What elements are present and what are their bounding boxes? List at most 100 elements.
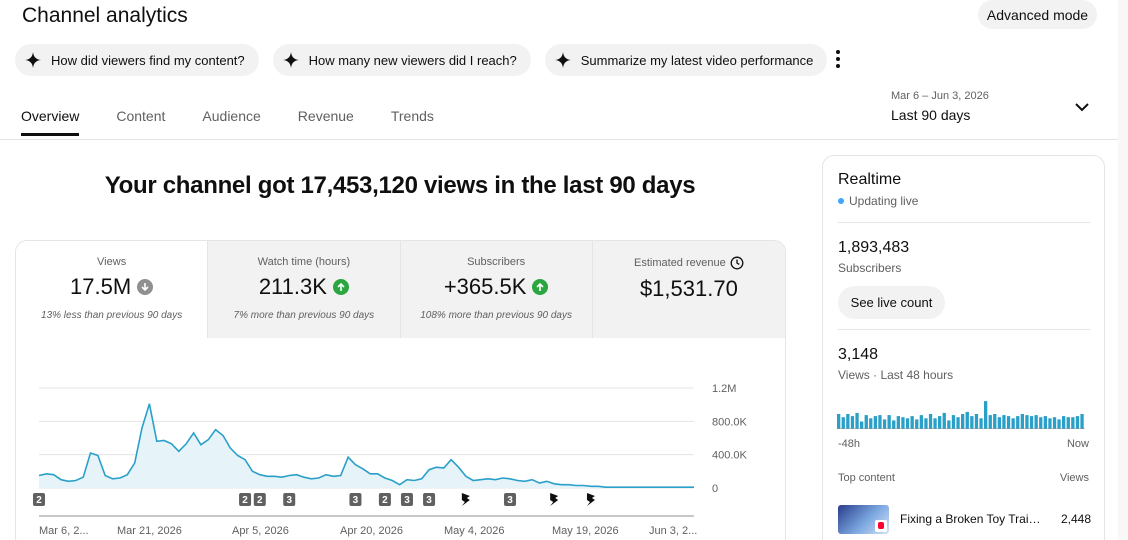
realtime-bar — [1071, 417, 1075, 429]
metric-watch-time[interactable]: Watch time (hours) 211.3K 7% more than p… — [208, 241, 401, 338]
realtime-bar — [873, 416, 877, 429]
clock-icon — [730, 256, 744, 270]
video-marker-label: 2 — [382, 495, 388, 506]
metric-label: Subscribers — [467, 256, 526, 268]
shorts-icon — [875, 519, 887, 532]
realtime-bar — [1016, 416, 1020, 429]
live-dot-icon — [838, 198, 844, 204]
realtime-bar — [1020, 414, 1024, 429]
metric-label: Watch time (hours) — [257, 256, 351, 268]
metric-value: +365.5K — [443, 274, 527, 299]
realtime-bar — [1057, 419, 1061, 429]
realtime-card: Realtime Updating live 1,893,483 Subscri… — [822, 155, 1105, 540]
realtime-bar — [919, 415, 923, 429]
realtime-bar — [915, 419, 919, 429]
realtime-views-label: Views · Last 48 hours — [838, 368, 954, 382]
tab-trends[interactable]: Trends — [391, 108, 434, 136]
chip-new-viewers[interactable]: How many new viewers did I reach? — [272, 44, 531, 76]
metric-note: 7% more than previous 90 days — [233, 310, 375, 321]
realtime-bar — [864, 415, 868, 429]
metric-views[interactable]: Views 17.5M 13% less than previous 90 da… — [16, 241, 209, 338]
see-live-count-button[interactable]: See live count — [838, 286, 945, 319]
chip-viewers-find[interactable]: How did viewers find my content? — [15, 44, 259, 76]
metric-subscribers[interactable]: Subscribers +365.5K 108% more than previ… — [400, 241, 593, 338]
x-tick-label: Apr 20, 2026 — [340, 525, 403, 537]
x-tick-label: Jun 3, 2... — [649, 525, 697, 537]
top-content-label: Top content — [838, 472, 895, 484]
sparkle-icon — [25, 52, 41, 68]
realtime-bar — [947, 420, 951, 429]
x-tick-label: Mar 6, 2... — [39, 525, 89, 537]
video-marker-label: 2 — [242, 495, 248, 506]
date-label: Last 90 days — [891, 107, 971, 123]
more-options-icon[interactable] — [830, 48, 846, 70]
realtime-bar — [882, 419, 887, 429]
tab-bar: Overview Content Audience Revenue Trends — [0, 108, 434, 136]
chip-label: Summarize my latest video performance — [580, 52, 814, 68]
video-marker-label: 2 — [36, 495, 42, 506]
divider — [838, 222, 1090, 223]
realtime-views: 3,148 — [838, 346, 879, 363]
realtime-bar — [1029, 416, 1034, 429]
realtime-bar — [1062, 416, 1066, 429]
scrollbar[interactable] — [1118, 0, 1128, 540]
video-marker-label: 3 — [404, 495, 410, 506]
video-marker-label: 3 — [426, 495, 432, 506]
y-tick-label: 1.2M — [712, 383, 736, 395]
tab-overview[interactable]: Overview — [21, 108, 80, 136]
realtime-bar — [901, 417, 905, 429]
tab-content[interactable]: Content — [116, 108, 165, 136]
arrow-up-icon — [532, 279, 549, 295]
video-thumbnail — [838, 504, 889, 534]
views-area — [39, 403, 694, 488]
metric-revenue[interactable]: Estimated revenue $1,531.70 — [592, 241, 785, 338]
realtime-bar — [988, 415, 992, 429]
chevron-down-icon[interactable] — [1074, 101, 1090, 113]
chip-label: How did viewers find my content? — [51, 52, 245, 68]
views-headline: Your channel got 17,453,120 views in the… — [104, 172, 696, 199]
sparkle-icon — [554, 52, 571, 68]
metric-note: 108% more than previous 90 days — [420, 310, 572, 321]
realtime-bar — [1043, 416, 1047, 429]
realtime-bar — [933, 418, 937, 429]
tab-audience[interactable]: Audience — [202, 108, 260, 136]
realtime-bar — [965, 411, 969, 429]
advanced-mode-button[interactable]: Advanced mode — [978, 0, 1097, 29]
tab-revenue[interactable]: Revenue — [298, 108, 354, 136]
video-views: 2,448 — [1060, 512, 1091, 526]
subscriber-count: 1,893,483 — [838, 239, 910, 256]
axis-start: -48h — [838, 438, 861, 450]
realtime-bar — [1080, 414, 1084, 429]
realtime-status: Updating live — [838, 194, 918, 208]
realtime-bar-chart[interactable] — [837, 399, 1085, 429]
realtime-bar — [878, 415, 882, 429]
realtime-bar — [846, 414, 850, 429]
chip-summarize[interactable]: Summarize my latest video performance — [544, 44, 828, 76]
arrow-down-icon — [137, 279, 154, 295]
date-range: Mar 6 – Jun 3, 2026 — [891, 90, 989, 102]
realtime-bar — [850, 416, 855, 429]
realtime-bar — [1066, 417, 1070, 429]
metric-value: 17.5M — [70, 274, 132, 299]
realtime-bar — [1025, 415, 1029, 429]
video-marker-label: 3 — [353, 495, 359, 506]
realtime-bar — [942, 412, 946, 429]
chip-label: How many new viewers did I reach? — [308, 52, 517, 68]
date-picker[interactable]: Mar 6 – Jun 3, 2026 Last 90 days — [891, 90, 989, 123]
views-chart[interactable]: 1.2M800.0K400.0K02 2 2 3 3 2 3 3 3Mar 6, 2... Mar… — [16, 338, 786, 540]
overview-panel: Views 17.5M 13% less than previous 90 da… — [15, 240, 786, 540]
status-text: Updating live — [849, 194, 919, 208]
arrow-up-icon — [332, 279, 349, 295]
x-tick-label: May 4, 2026 — [444, 525, 505, 537]
realtime-bar — [1052, 417, 1057, 429]
list-item[interactable]: Fixing a Broken Toy Train ... 2,448 — [838, 504, 1091, 534]
realtime-bar — [841, 417, 845, 429]
shorts-marker-icon — [550, 493, 559, 506]
realtime-bar — [1006, 416, 1011, 429]
realtime-bar — [887, 415, 891, 429]
y-tick-label: 400.0K — [712, 450, 748, 462]
divider — [838, 329, 1090, 330]
shorts-marker-icon — [461, 493, 470, 506]
realtime-bar — [1075, 416, 1080, 429]
realtime-bar — [1034, 415, 1038, 429]
